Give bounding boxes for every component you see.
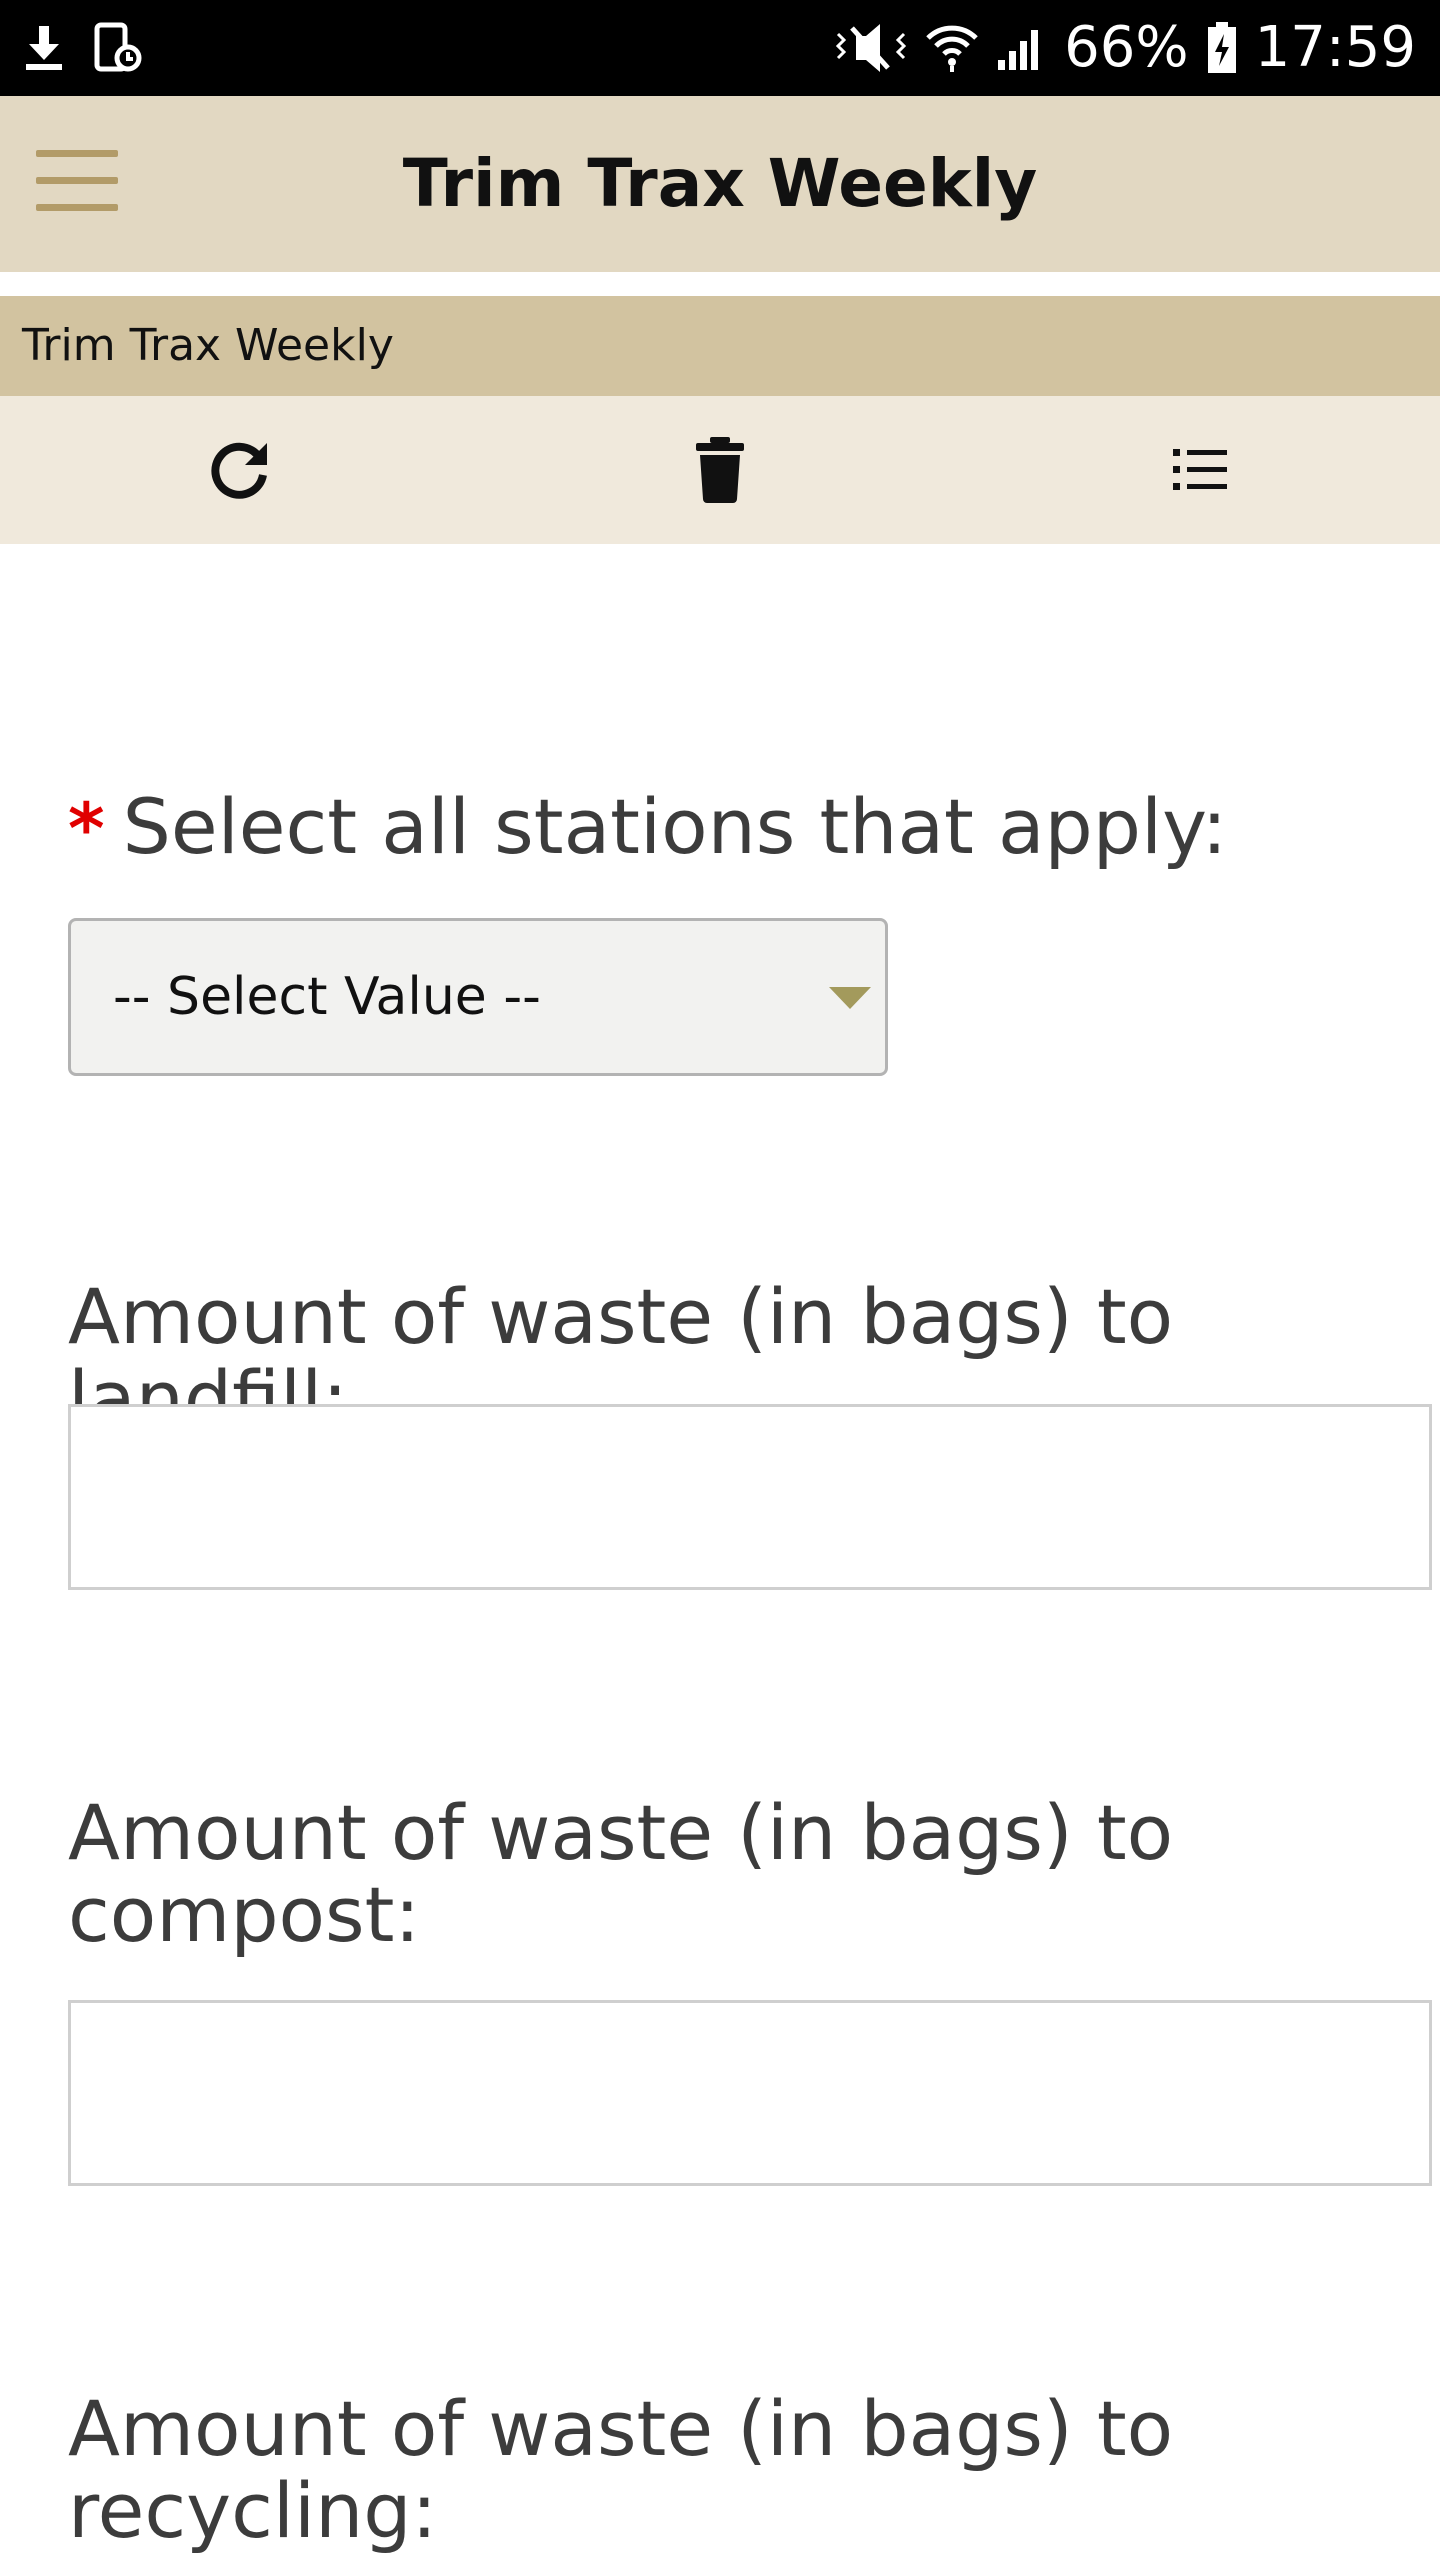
stations-select-value: -- Select Value --: [113, 967, 541, 1027]
battery-percent: 66%: [1064, 15, 1189, 80]
trash-icon[interactable]: [680, 430, 760, 510]
form-toolbar: [0, 396, 1440, 544]
signal-icon: [996, 24, 1046, 72]
compost-input[interactable]: [68, 2000, 1432, 2186]
recycling-label: Amount of waste (in bags) to recycling:: [68, 2384, 1174, 2555]
status-right-area: 66% 17:59: [834, 14, 1416, 82]
hamburger-menu-icon[interactable]: [36, 150, 126, 220]
battery-charging-icon: [1207, 22, 1237, 74]
compost-label: Amount of waste (in bags) to compost:: [68, 1788, 1174, 1959]
stations-select[interactable]: -- Select Value --: [68, 918, 888, 1076]
required-marker: *: [68, 788, 105, 870]
form-header-title: Trim Trax Weekly: [0, 296, 1440, 396]
wifi-icon: [926, 22, 978, 74]
clock: 17:59: [1254, 15, 1416, 80]
app-title: Trim Trax Weekly: [402, 145, 1038, 222]
landfill-input[interactable]: [68, 1404, 1432, 1590]
app-bar: Trim Trax Weekly: [0, 96, 1440, 272]
mute-icon: [834, 22, 908, 74]
dropdown-arrow-icon: [829, 987, 871, 1009]
status-bar: 66% 17:59: [0, 0, 1440, 96]
status-left-icons: [24, 22, 142, 74]
list-icon[interactable]: [1160, 430, 1240, 510]
stations-label: Select all stations that apply:: [122, 782, 1228, 871]
screenshot-icon: [94, 22, 142, 74]
refresh-icon[interactable]: [200, 430, 280, 510]
stations-label-row: * Select all stations that apply:: [68, 786, 1227, 871]
download-icon: [24, 24, 64, 72]
